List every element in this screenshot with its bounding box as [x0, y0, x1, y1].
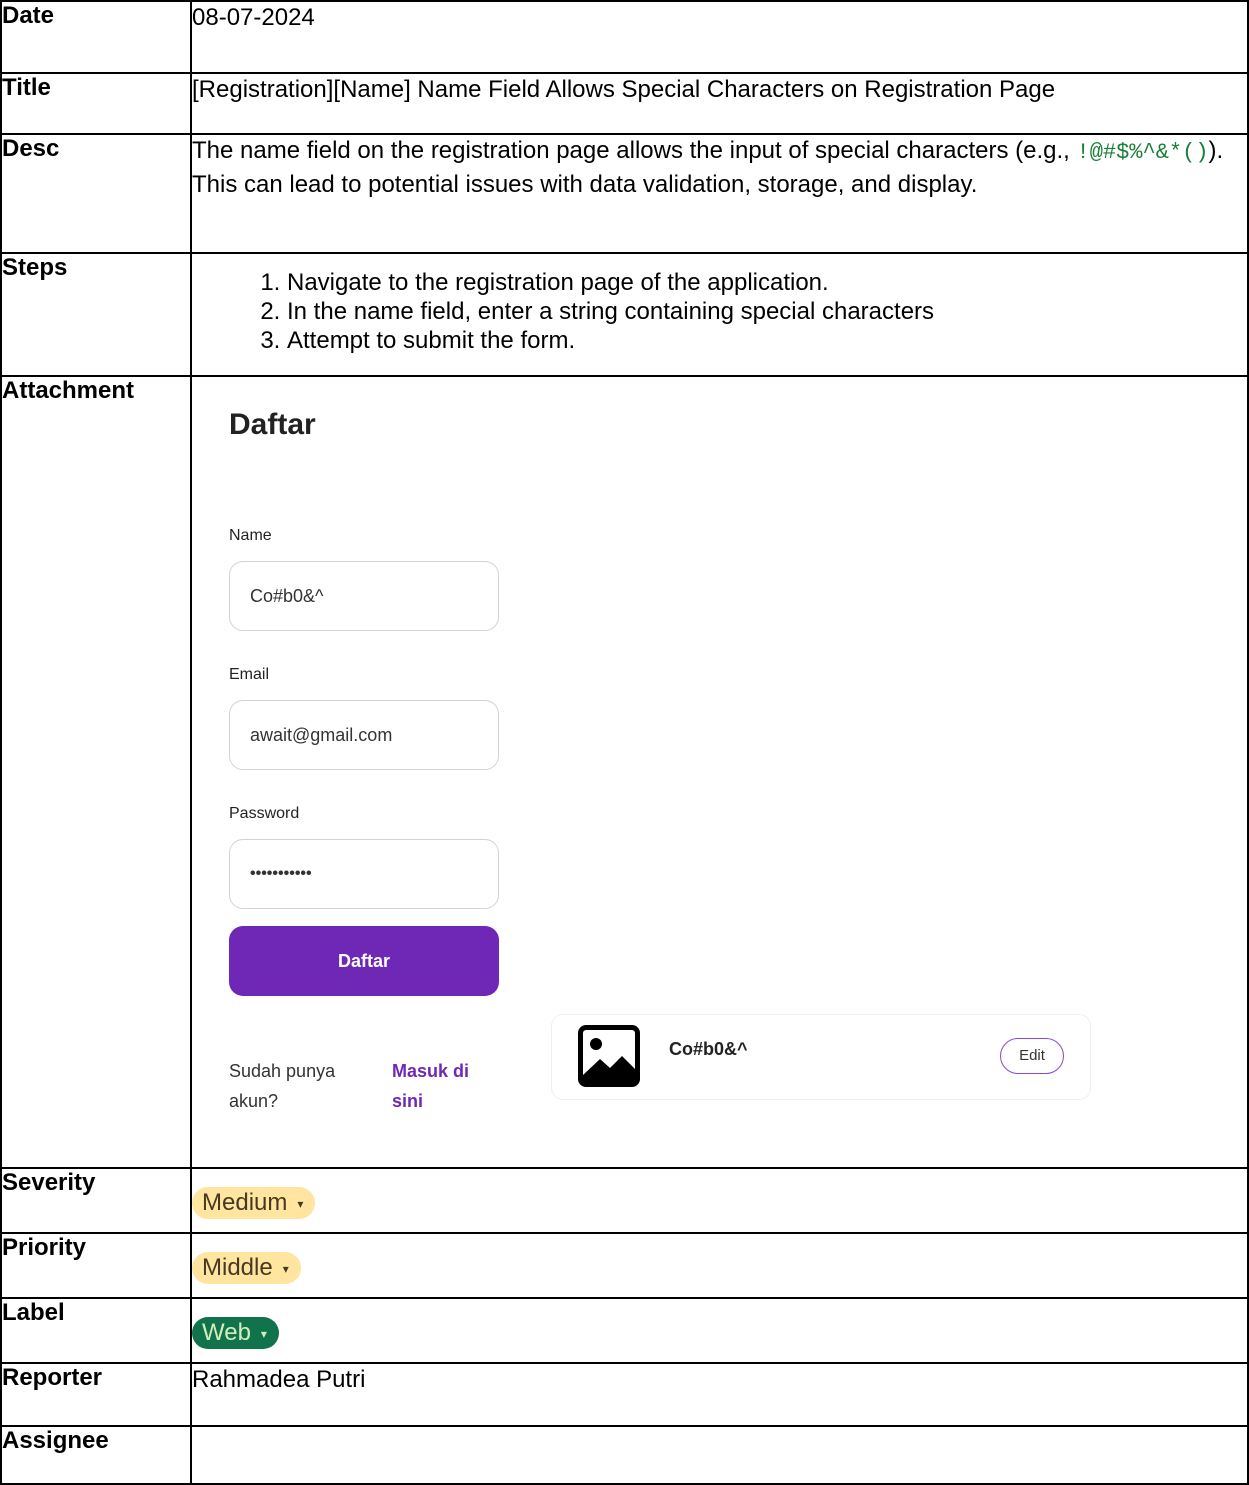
have-account-text: Sudah punya akun? [229, 1061, 336, 1111]
register-heading: Daftar [229, 408, 316, 441]
login-link[interactable]: Masuk di sini [392, 1056, 492, 1116]
title-key: Title [0, 72, 192, 135]
desc-value: The name field on the registration page … [190, 133, 1249, 254]
assignee-key: Assignee [0, 1425, 192, 1485]
date-value: 08-07-2024 [190, 0, 1249, 74]
date-key: Date [0, 0, 192, 74]
name-label: Name [229, 527, 272, 544]
severity-chip-label: Medium [202, 1189, 288, 1216]
row-steps: Steps Navigate to the registration page … [0, 252, 1249, 377]
password-label: Password [229, 805, 300, 822]
attachment-value: Daftar Name Co#b0&^ Email await@gmail.co… [190, 375, 1249, 1169]
step-item: Attempt to submit the form. [287, 326, 1247, 355]
assignee-value [190, 1425, 1249, 1485]
steps-value: Navigate to the registration page of the… [190, 252, 1249, 377]
priority-chip-label: Middle [202, 1254, 273, 1281]
steps-key: Steps [0, 252, 192, 377]
desc-text-before: The name field on the registration page … [192, 137, 1077, 164]
bug-report-table: Date 08-07-2024 Title [Registration][Nam… [0, 0, 1249, 1485]
title-value: [Registration][Name] Name Field Allows S… [190, 72, 1249, 135]
label-key: Label [0, 1297, 192, 1364]
row-label: Label Web ▾ [0, 1297, 1249, 1364]
register-button[interactable]: Daftar [229, 926, 499, 996]
reporter-key: Reporter [0, 1362, 192, 1427]
email-label: Email [229, 666, 270, 683]
step-item: Navigate to the registration page of the… [287, 268, 1247, 297]
row-severity: Severity Medium ▾ [0, 1167, 1249, 1234]
priority-key: Priority [0, 1232, 192, 1299]
row-reporter: Reporter Rahmadea Putri [0, 1362, 1249, 1427]
row-assignee: Assignee [0, 1425, 1249, 1485]
profile-card: Co#b0&^ Edit [551, 1014, 1091, 1100]
row-title: Title [Registration][Name] Name Field Al… [0, 72, 1249, 135]
severity-key: Severity [0, 1167, 192, 1234]
row-priority: Priority Middle ▾ [0, 1232, 1249, 1299]
attachment-screenshot: Daftar Name Co#b0&^ Email await@gmail.co… [192, 377, 1247, 1167]
row-attachment: Attachment Daftar Name Co#b0&^ Email awa… [0, 375, 1249, 1169]
chevron-down-icon: ▾ [282, 1261, 289, 1276]
name-input[interactable]: Co#b0&^ [229, 561, 499, 631]
row-desc: Desc The name field on the registration … [0, 133, 1249, 254]
severity-value: Medium ▾ [190, 1167, 1249, 1234]
label-chip[interactable]: Web ▾ [192, 1317, 279, 1349]
card-name: Co#b0&^ [669, 1039, 748, 1059]
password-input[interactable]: ••••••••••• [229, 839, 499, 909]
chevron-down-icon: ▾ [260, 1326, 267, 1341]
chevron-down-icon: ▾ [297, 1196, 304, 1211]
row-date: Date 08-07-2024 [0, 0, 1249, 74]
email-input[interactable]: await@gmail.com [229, 700, 499, 770]
priority-value: Middle ▾ [190, 1232, 1249, 1299]
label-chip-label: Web [202, 1319, 251, 1346]
edit-button[interactable]: Edit [1000, 1038, 1064, 1074]
severity-chip[interactable]: Medium ▾ [192, 1187, 316, 1219]
image-icon [578, 1025, 640, 1087]
priority-chip[interactable]: Middle ▾ [192, 1252, 301, 1284]
desc-key: Desc [0, 133, 192, 254]
step-item: In the name field, enter a string contai… [287, 297, 1247, 326]
reporter-value: Rahmadea Putri [190, 1362, 1249, 1427]
steps-list: Navigate to the registration page of the… [192, 268, 1247, 355]
label-value: Web ▾ [190, 1297, 1249, 1364]
desc-code: !@#$%^&*() [1076, 140, 1209, 165]
attachment-key: Attachment [0, 375, 192, 1169]
